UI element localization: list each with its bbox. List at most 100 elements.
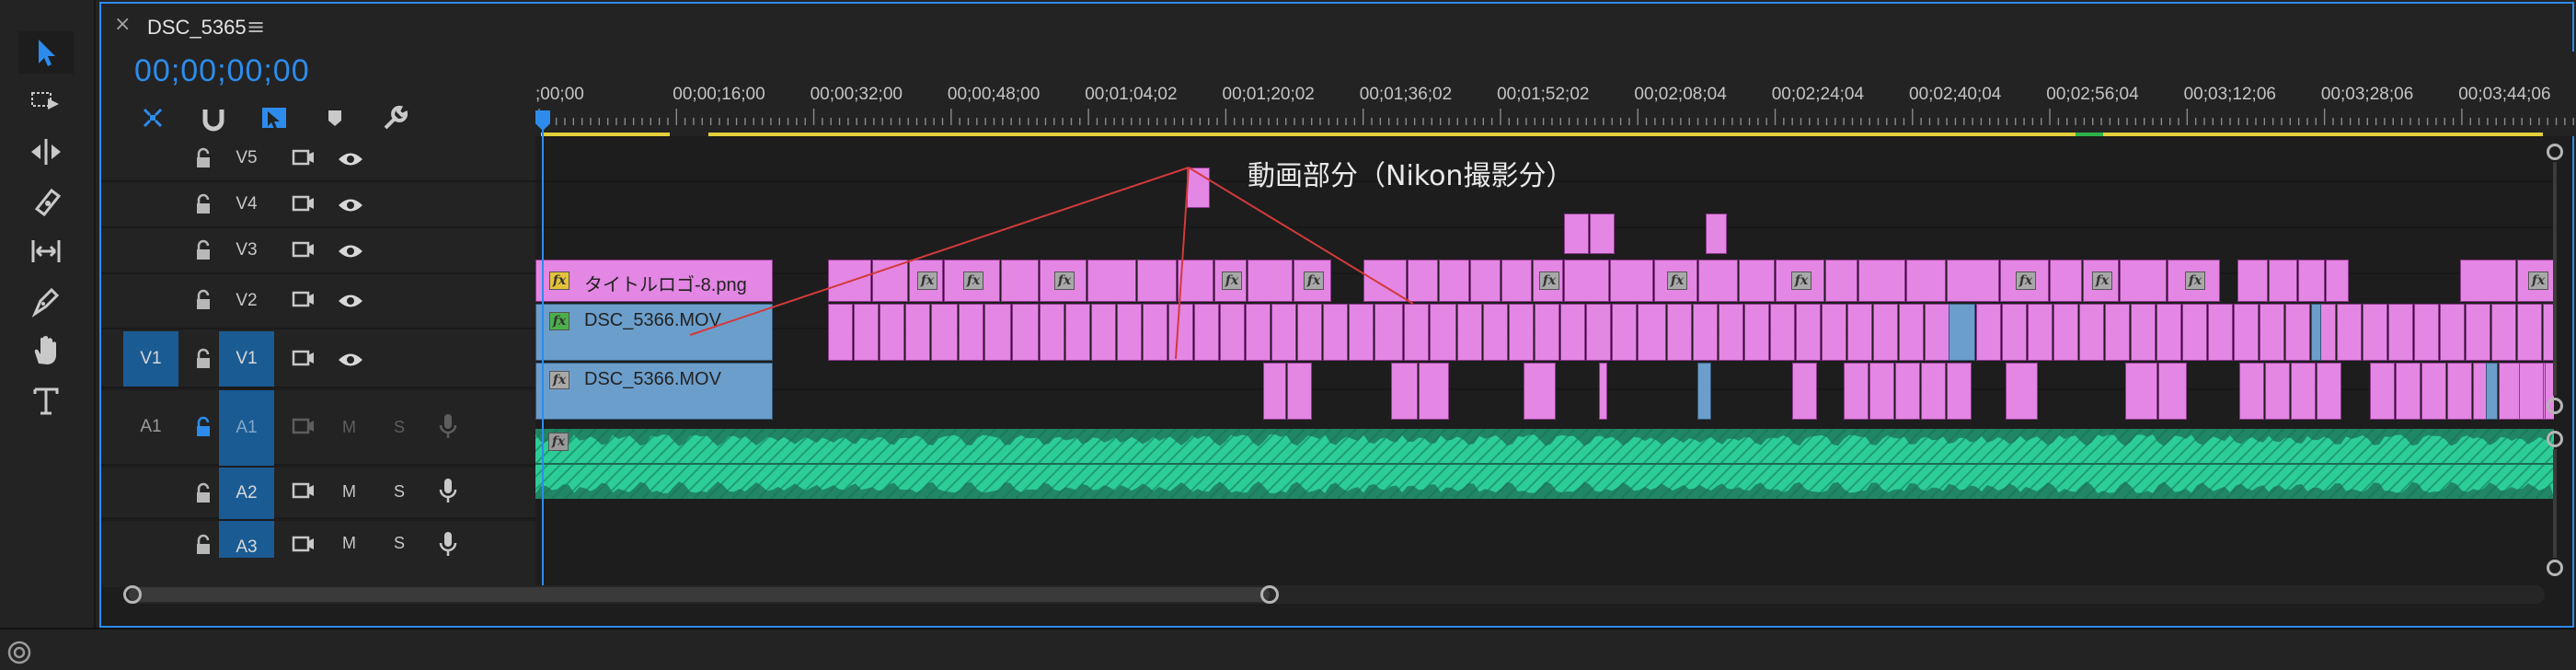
lock-icon[interactable] (191, 239, 215, 263)
video-clip[interactable] (1168, 304, 1193, 361)
video-clip[interactable] (1719, 304, 1743, 361)
video-clip[interactable] (2053, 304, 2078, 361)
video-scroll-top-knob[interactable] (2547, 144, 2563, 160)
track-header-a3[interactable]: A3 M S (101, 521, 535, 587)
video-clip[interactable] (2491, 304, 2516, 361)
video-clip[interactable] (2105, 304, 2130, 361)
sync-lock-icon[interactable] (291, 237, 316, 263)
video-clip[interactable]: fx (944, 260, 1000, 302)
video-clip[interactable]: fx (2083, 260, 2119, 302)
video-clip[interactable] (1947, 260, 1999, 302)
lock-icon[interactable] (191, 289, 215, 313)
video-clip[interactable] (1419, 363, 1449, 420)
video-clip[interactable] (1599, 363, 1607, 420)
video-clip[interactable] (1698, 260, 1738, 302)
selection-tool-icon[interactable] (18, 31, 74, 74)
video-clip[interactable] (1899, 304, 1924, 361)
video-clip[interactable] (1524, 363, 1556, 420)
sync-lock-icon[interactable] (291, 414, 316, 440)
video-clip[interactable]: fx (1533, 260, 1563, 302)
video-clip[interactable] (1246, 304, 1271, 361)
snap-icon[interactable] (195, 99, 232, 136)
video-clip[interactable] (2396, 363, 2421, 420)
track-name[interactable]: V3 (219, 236, 274, 265)
video-clip[interactable]: fx (1214, 260, 1247, 302)
video-clip[interactable] (1744, 304, 1769, 361)
video-clip[interactable] (1706, 214, 1727, 254)
video-clip[interactable]: fx (1654, 260, 1697, 302)
video-clip[interactable] (2440, 304, 2465, 361)
sync-lock-icon[interactable] (291, 191, 316, 217)
track-name[interactable]: V2 (219, 285, 274, 317)
video-clip[interactable] (959, 304, 983, 361)
video-clip[interactable] (2486, 363, 2498, 420)
audio-clip[interactable]: fx (535, 429, 2554, 499)
audio-scroll-top-knob[interactable] (2547, 431, 2563, 447)
video-clip[interactable] (1065, 304, 1090, 361)
video-clip[interactable] (1847, 304, 1872, 361)
video-clip[interactable] (2337, 304, 2362, 361)
video-clip[interactable] (2131, 304, 2156, 361)
time-ruler[interactable]: ;00;00 00;00;16;00 00;00;32;00 00;00;48;00 0… (535, 52, 2574, 136)
video-clip[interactable] (1178, 260, 1213, 302)
lock-icon[interactable] (191, 416, 215, 440)
video-clip[interactable] (1363, 260, 1407, 302)
video-clip[interactable] (1590, 214, 1615, 254)
zoom-handle-right[interactable] (1260, 585, 1279, 604)
mute-button[interactable]: M (342, 482, 356, 502)
video-clip[interactable] (1470, 260, 1501, 302)
video-clip[interactable] (1925, 304, 1949, 361)
track-header-v1[interactable]: V1 V1 (101, 329, 535, 388)
video-clip[interactable] (1858, 260, 1905, 302)
video-clip[interactable] (2285, 304, 2310, 361)
video-clip[interactable] (984, 304, 1011, 361)
video-clip[interactable] (1263, 363, 1286, 420)
video-clip[interactable] (872, 260, 908, 302)
microphone-icon[interactable] (438, 530, 458, 558)
video-clip[interactable] (2234, 304, 2259, 361)
video-clip[interactable] (2125, 363, 2157, 420)
insert-sequence-nest-icon[interactable] (134, 99, 171, 136)
audio-scroll-track[interactable] (2553, 449, 2557, 558)
video-scroll-bottom-knob[interactable] (2547, 398, 2563, 414)
video-clip[interactable] (1187, 168, 1210, 208)
video-clip[interactable] (2291, 363, 2316, 420)
video-clip[interactable] (2028, 304, 2053, 361)
track-name[interactable]: A1 (219, 390, 274, 466)
video-clip[interactable] (1535, 304, 1559, 361)
video-clip[interactable] (931, 304, 958, 361)
video-clip[interactable] (2239, 363, 2264, 420)
video-clip[interactable] (1137, 260, 1177, 302)
sequence-tab-title[interactable]: DSC_5365 (147, 16, 247, 40)
linked-selection-icon[interactable] (256, 99, 293, 136)
video-clip[interactable] (1739, 260, 1775, 302)
source-patch-a1[interactable]: A1 (123, 399, 178, 455)
lock-icon[interactable] (191, 534, 215, 558)
video-clip[interactable] (1457, 304, 1482, 361)
video-clip[interactable] (1297, 304, 1322, 361)
video-clip[interactable] (828, 304, 853, 361)
video-clip[interactable] (1509, 304, 1534, 361)
video-clip[interactable] (1564, 260, 1609, 302)
video-clip[interactable] (2079, 304, 2104, 361)
video-clip[interactable] (1825, 260, 1857, 302)
video-clip[interactable] (1194, 304, 1219, 361)
video-clip[interactable] (1560, 304, 1585, 361)
video-clip[interactable] (1143, 304, 1167, 361)
video-clip[interactable] (1483, 304, 1508, 361)
video-clip[interactable] (2317, 363, 2341, 420)
video-clip[interactable] (2370, 363, 2395, 420)
video-clip[interactable] (2002, 304, 2027, 361)
track-lanes[interactable]: fx タイトルロゴ-8.png fx DSC_5366.MOV fx DSC_5… (535, 136, 2554, 587)
video-clip[interactable] (1906, 260, 1946, 302)
video-clip[interactable] (905, 304, 930, 361)
video-clip[interactable] (2050, 260, 2082, 302)
video-clip[interactable] (1430, 304, 1456, 361)
video-clip[interactable] (2237, 260, 2268, 302)
track-select-tool-icon[interactable] (18, 81, 74, 123)
video-clip[interactable] (1374, 304, 1403, 361)
sync-lock-icon[interactable] (291, 479, 316, 504)
video-clip[interactable]: fx (2168, 260, 2220, 302)
video-clip[interactable] (2265, 363, 2290, 420)
video-clip[interactable] (1873, 304, 1898, 361)
